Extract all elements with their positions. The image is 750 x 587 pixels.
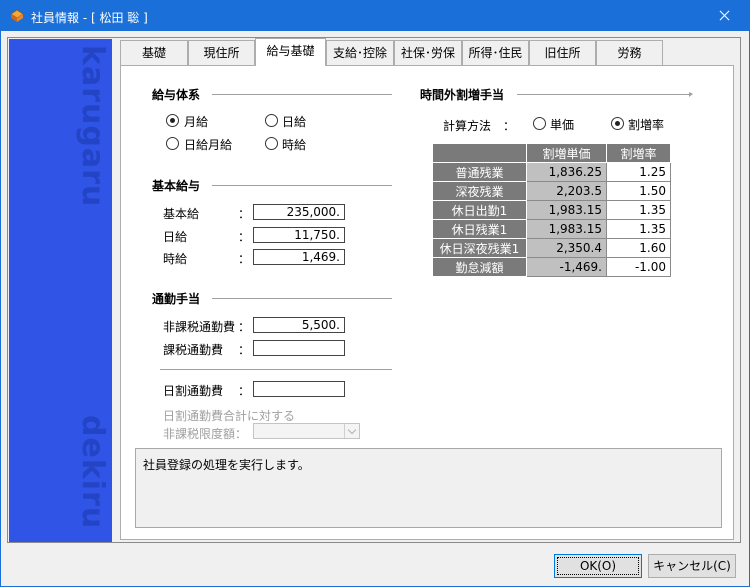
title-bar[interactable]: 社員情報 - [ 松田 聡 ] [1, 1, 749, 31]
radio-premium-rate[interactable] [611, 117, 624, 130]
taxable-commute-label: 課税通勤費 [163, 343, 224, 357]
unit-cell: 1,983.15 [526, 200, 607, 220]
tab-labor[interactable]: 労務 [596, 40, 663, 65]
ok-button[interactable]: OK(O) [554, 554, 642, 578]
hourly-wage-field[interactable]: 1,469. [253, 249, 345, 265]
side-banner-top-text: karugaru [75, 45, 110, 208]
table-row: 休日深夜残業1 2,350.4 1.60 [432, 238, 671, 258]
daily-wage-label: 日給 [163, 230, 188, 244]
base-pay-divider [212, 185, 392, 186]
commute-divider [212, 298, 392, 299]
close-icon[interactable] [701, 1, 747, 31]
tab-old-address[interactable]: 旧住所 [529, 40, 596, 65]
unit-cell: -1,469. [526, 257, 607, 277]
radio-hourly[interactable] [265, 137, 278, 150]
col-header-unit: 割増単価 [526, 143, 607, 163]
row-label: 普通残業 [432, 162, 527, 182]
cancel-button[interactable]: キャンセル(C) [648, 554, 736, 578]
tab-salary-basics[interactable]: 給与基礎 [255, 38, 326, 66]
row-label: 休日深夜残業1 [432, 238, 527, 258]
chevron-down-icon[interactable] [344, 424, 360, 438]
message-box: 社員登録の処理を実行します。 [135, 448, 722, 528]
commute-title: 通勤手当 [152, 292, 201, 306]
limit-label-line1: 日割通勤費合計に対する [163, 409, 296, 423]
base-salary-colon: ： [238, 207, 251, 221]
radio-unit-price-label: 単価 [550, 118, 575, 132]
unit-cell: 2,203.5 [526, 181, 607, 201]
nontax-commute-label: 非課税通勤費 [163, 320, 236, 334]
side-banner: karugaru dekiru [9, 39, 112, 542]
radio-monthly-label: 月給 [184, 115, 209, 129]
window-title: 社員情報 - [ 松田 聡 ] [31, 11, 148, 25]
unit-cell: 1,836.25 [526, 162, 607, 182]
rate-cell[interactable]: 1.35 [606, 219, 671, 239]
daily-commute-label: 日割通勤費 [163, 384, 224, 398]
hourly-wage-label: 時給 [163, 252, 188, 266]
rate-cell[interactable]: 1.50 [606, 181, 671, 201]
overtime-table: 割増単価 割増率 普通残業 1,836.25 1.25 深夜残業 2,203.5… [432, 143, 671, 277]
rate-cell[interactable]: 1.35 [606, 200, 671, 220]
radio-premium-rate-label: 割増率 [628, 118, 665, 132]
radio-unit-price[interactable] [533, 117, 546, 130]
tab-income-resident[interactable]: 所得･住民 [462, 40, 529, 65]
row-label: 休日出勤1 [432, 200, 527, 220]
rate-cell[interactable]: 1.25 [606, 162, 671, 182]
base-pay-title: 基本給与 [152, 179, 201, 193]
daily-wage-field[interactable]: 11,750. [253, 227, 345, 243]
rate-cell[interactable]: 1.60 [606, 238, 671, 258]
row-label: 休日残業1 [432, 219, 527, 239]
ok-button-label: OK(O) [557, 557, 639, 575]
pay-system-divider [212, 94, 392, 95]
nontax-commute-field[interactable]: 5,500. [253, 317, 345, 333]
hourly-wage-colon: ： [238, 252, 251, 266]
row-label: 深夜残業 [432, 181, 527, 201]
table-row: 休日出勤1 1,983.15 1.35 [432, 200, 671, 220]
tab-payment-deduction[interactable]: 支給･控除 [326, 40, 394, 65]
calc-method-label: 計算方法 ： [443, 119, 516, 133]
table-corner [432, 143, 527, 163]
tab-kiso[interactable]: 基礎 [120, 40, 188, 65]
radio-daily-monthly-label: 日給月給 [184, 138, 233, 152]
side-banner-bottom-text: dekiru [75, 415, 110, 530]
daily-commute-field[interactable] [253, 381, 345, 397]
table-row: 普通残業 1,836.25 1.25 [432, 162, 671, 182]
col-header-rate: 割増率 [606, 143, 671, 163]
overtime-title: 時間外割増手当 [420, 88, 505, 102]
radio-hourly-label: 時給 [282, 138, 307, 152]
tab-current-address[interactable]: 現住所 [188, 40, 255, 65]
app-icon [10, 9, 24, 22]
radio-daily-label: 日給 [282, 115, 307, 129]
base-salary-field[interactable]: 235,000. [253, 204, 345, 220]
radio-monthly[interactable] [166, 114, 179, 127]
daily-wage-colon: ： [238, 230, 251, 244]
radio-daily[interactable] [265, 114, 278, 127]
unit-cell: 2,350.4 [526, 238, 607, 258]
taxable-commute-colon: ： [238, 343, 251, 357]
base-salary-label: 基本給 [163, 207, 200, 221]
table-row: 深夜残業 2,203.5 1.50 [432, 181, 671, 201]
radio-daily-monthly[interactable] [166, 137, 179, 150]
row-label: 勤怠減額 [432, 257, 527, 277]
table-row: 勤怠減額 -1,469. -1.00 [432, 257, 671, 277]
tab-social-insurance[interactable]: 社保･労保 [394, 40, 462, 65]
nontax-commute-colon: ： [238, 320, 251, 334]
unit-cell: 1,983.15 [526, 219, 607, 239]
table-row: 休日残業1 1,983.15 1.35 [432, 219, 671, 239]
daily-commute-colon: ： [238, 384, 251, 398]
commute-sub-divider [160, 369, 392, 370]
rate-cell[interactable]: -1.00 [606, 257, 671, 277]
taxable-commute-field[interactable] [253, 340, 345, 356]
limit-label-line2: 非課税限度額： [163, 427, 248, 441]
status-message: 社員登録の処理を実行します。 [143, 458, 310, 472]
overtime-divider [517, 92, 693, 97]
pay-system-title: 給与体系 [152, 88, 201, 102]
